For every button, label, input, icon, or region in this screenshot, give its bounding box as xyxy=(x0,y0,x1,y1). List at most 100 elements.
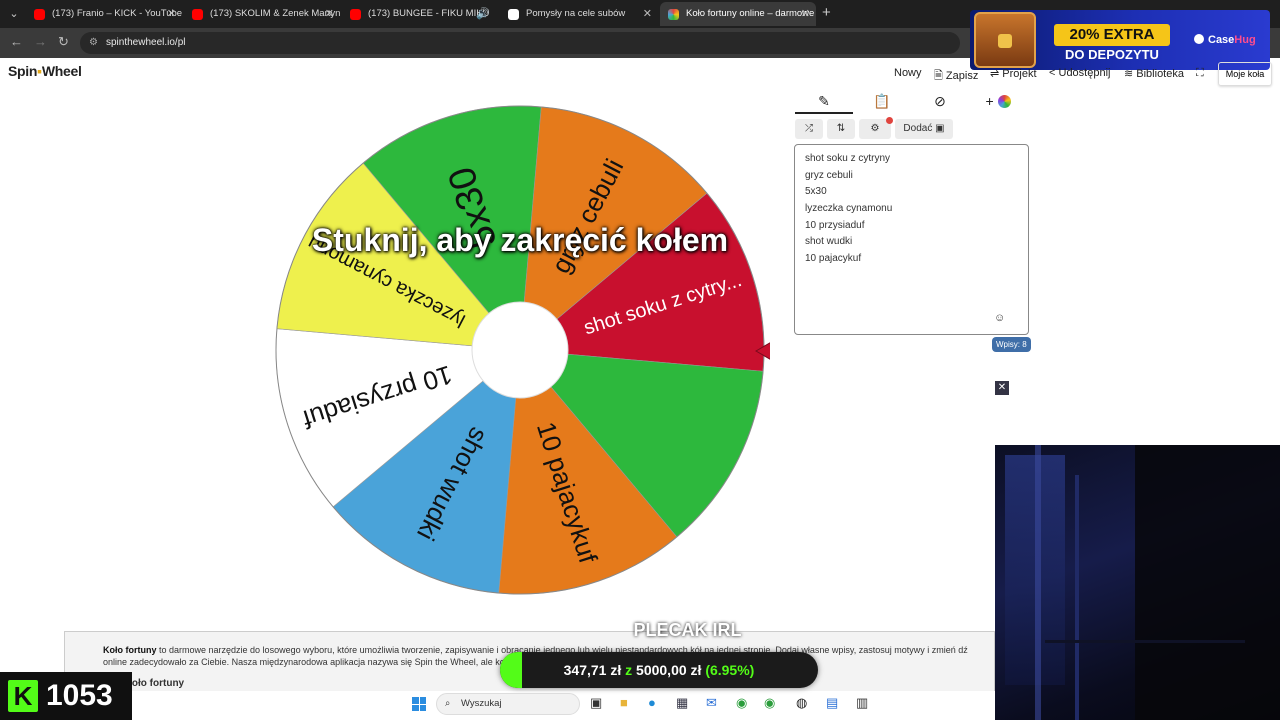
pencil-icon: ✎ xyxy=(818,93,830,109)
goal-current: 347,71 zł xyxy=(563,662,622,678)
obs-icon[interactable]: ◍ xyxy=(796,695,807,711)
add-image-label: Dodać xyxy=(903,123,933,134)
viewer-count: 1053 xyxy=(46,679,113,712)
add-image-button[interactable]: Dodać ▣ xyxy=(895,119,953,139)
tab-title: Pomysły na cele subów xyxy=(526,8,626,19)
entry-line: lyzeczka cynamonu xyxy=(805,203,893,215)
url-field[interactable]: ⚙ spinthewheel.io/pl xyxy=(80,32,960,54)
reload-icon[interactable]: ↻ xyxy=(58,34,69,50)
chrome-icon[interactable]: ◉ xyxy=(736,695,747,711)
stream-goal-title: PLECAK IRL xyxy=(633,620,742,640)
goal-sep: z xyxy=(625,662,633,678)
youtube-icon xyxy=(350,9,361,20)
wheel-icon xyxy=(668,9,679,20)
audio-icon[interactable]: 🔊 xyxy=(476,2,490,26)
menu-share[interactable]: < Udostępnij xyxy=(1049,67,1110,79)
menu-save[interactable]: 🗎 Zapisz xyxy=(934,67,978,86)
logo-part-a: Spin xyxy=(8,63,38,79)
tab-title: (173) BUNGEE - FIKU MIKU xyxy=(368,8,490,19)
menu-save-label: Zapisz xyxy=(945,70,979,82)
ad-brand-b: Hug xyxy=(1234,34,1256,46)
shuffle-button[interactable]: ⤮ xyxy=(795,119,823,139)
color-wheel-icon xyxy=(997,95,1011,108)
my-wheels-button[interactable]: Moje koła xyxy=(1218,62,1272,86)
brand-logo-icon xyxy=(1194,34,1204,44)
ad-subline: DO DEPOZYTU xyxy=(1065,47,1159,62)
shuffle-icon: ⤮ xyxy=(805,123,813,134)
taskbar-search-label: Wyszukaj xyxy=(461,698,502,709)
youtube-icon xyxy=(34,9,45,20)
goal-text: 347,71 zł z 5000,00 zł (6.95%) xyxy=(500,652,818,688)
wheel-hub xyxy=(471,301,569,399)
logo-part-b: Wheel xyxy=(41,63,82,79)
ad-banner[interactable]: 20% EXTRA DO DEPOZYTU CaseHug xyxy=(970,10,1270,70)
tab-results[interactable]: 📋 xyxy=(853,90,911,114)
gear-icon: ⚙ xyxy=(870,123,880,134)
menu-project[interactable]: ⇌ Projekt xyxy=(990,67,1037,80)
webcam-feed xyxy=(995,445,1280,720)
entry-line: gryz cebuli xyxy=(805,169,853,181)
donation-goal-bar: 347,71 zł z 5000,00 zł (6.95%) xyxy=(500,652,818,688)
youtube-icon xyxy=(192,9,203,20)
taskbar-search[interactable]: ⌕ Wyszukaj xyxy=(436,693,580,715)
tab-title: (173) SKOLIM & Zenek Martyniuk xyxy=(210,8,340,19)
fullscreen-icon[interactable]: ⛶ xyxy=(1196,67,1204,80)
ad-headline: 20% EXTRA xyxy=(1054,24,1170,46)
chrome-icon[interactable]: ◉ xyxy=(764,695,775,711)
notepad-icon[interactable]: ▤ xyxy=(826,695,838,711)
entry-line: 10 pajacykuf xyxy=(805,253,862,265)
menu-library[interactable]: ≋ Biblioteka xyxy=(1124,67,1184,80)
tab-list-icon[interactable]: ⌄ xyxy=(4,4,24,24)
store-icon[interactable]: ▦ xyxy=(676,695,688,711)
close-tab-icon[interactable]: ✕ xyxy=(801,2,810,26)
outlook-icon[interactable]: ✉ xyxy=(706,695,717,711)
forward-icon[interactable]: → xyxy=(34,34,47,49)
sort-button[interactable]: ⇅ xyxy=(827,119,855,139)
tab-add-wheel[interactable]: + xyxy=(969,90,1027,114)
back-icon[interactable]: ← xyxy=(10,34,23,49)
windows-start-icon[interactable] xyxy=(412,697,426,711)
close-tab-icon[interactable]: ✕ xyxy=(167,2,176,26)
spin-prompt[interactable]: Stuknij, aby zakręcić kołem xyxy=(270,222,770,259)
menu-library-label: Biblioteka xyxy=(1136,68,1184,80)
close-ad-icon[interactable]: ✕ xyxy=(995,381,1009,395)
tab-title: Koło fortuny online – darmowe xyxy=(686,8,815,19)
goal-target: 5000,00 zł xyxy=(636,662,702,678)
edge-icon[interactable]: ● xyxy=(648,695,656,710)
task-view-icon[interactable]: ▣ xyxy=(590,695,602,711)
folder-icon[interactable]: ■ xyxy=(620,695,628,710)
new-tab-icon[interactable]: + xyxy=(822,4,831,21)
menu-new[interactable]: Nowy xyxy=(894,67,922,79)
calculator-icon[interactable]: ▥ xyxy=(856,695,868,711)
project-icon: ⇌ xyxy=(990,68,1000,80)
settings-button[interactable]: ⚙ xyxy=(859,117,893,139)
close-tab-icon[interactable]: ✕ xyxy=(325,2,334,26)
emoji-icon[interactable]: ☺ xyxy=(994,312,1005,324)
close-tab-icon[interactable]: ✕ xyxy=(643,2,652,26)
ad-brand: CaseHug xyxy=(1194,34,1256,46)
tab-hidden[interactable]: ⊘ xyxy=(911,90,969,114)
entries-textarea[interactable]: shot soku z cytryny gryz cebuli 5x30 lyz… xyxy=(794,144,1029,335)
eye-off-icon: ⊘ xyxy=(934,93,946,109)
url-text: spinthewheel.io/pl xyxy=(106,37,186,48)
entry-line: shot wudki xyxy=(805,236,853,248)
goal-percent: (6.95%) xyxy=(705,662,755,678)
entry-line: 10 przysiaduf xyxy=(805,219,865,231)
browser-tab[interactable]: (173) BUNGEE - FIKU MIKU 🔊 xyxy=(342,2,498,26)
notification-dot xyxy=(886,117,893,124)
browser-tab[interactable]: (173) SKOLIM & Zenek Martyniuk ✕ xyxy=(184,2,340,26)
site-info-icon[interactable]: ⚙ xyxy=(89,32,98,54)
treasure-chest-icon xyxy=(974,12,1036,68)
viewer-counter: K 1053 xyxy=(0,672,132,720)
spin-wheel[interactable]: shot soku z cytry...10 pajacykufshot wud… xyxy=(270,100,770,600)
tab-edit[interactable]: ✎ xyxy=(795,90,853,114)
browser-tab[interactable]: (173) Franio – KICK - YouTube ✕ xyxy=(26,2,182,26)
share-icon: < xyxy=(1049,67,1056,79)
browser-tab[interactable]: Pomysły na cele subów ✕ xyxy=(500,2,658,26)
site-logo[interactable]: Spin▪Wheel xyxy=(8,63,82,79)
panel-tabs: ✎ 📋 ⊘ + xyxy=(795,90,1029,114)
entry-line: shot soku z cytryny xyxy=(805,153,891,164)
tab-title: (173) Franio – KICK - YouTube xyxy=(52,8,182,19)
browser-tab-active[interactable]: Koło fortuny online – darmowe ✕ xyxy=(660,2,816,26)
chat-icon xyxy=(508,9,519,20)
